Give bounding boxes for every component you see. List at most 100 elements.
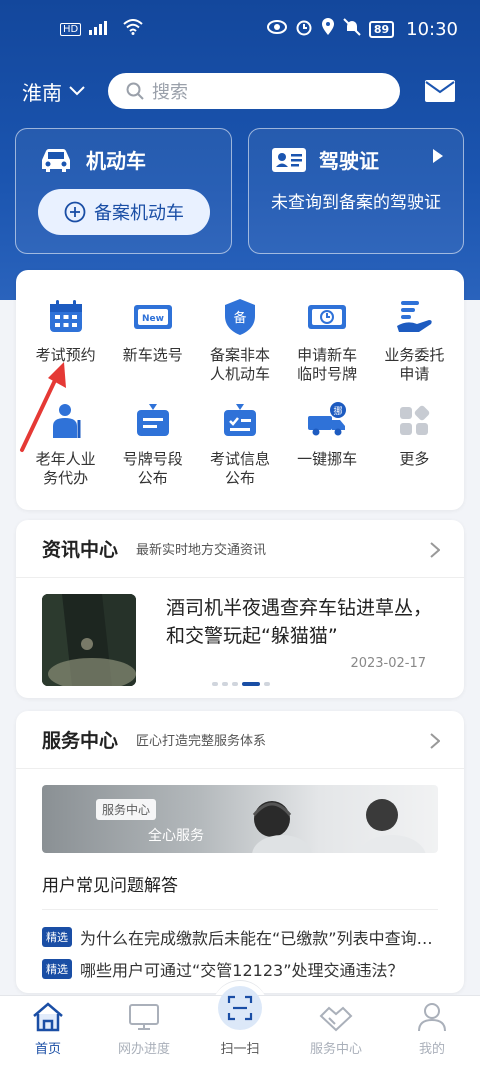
chevron-down-icon — [69, 86, 85, 96]
vehicle-card[interactable]: 机动车 备案机动车 — [15, 128, 232, 254]
service-plate-range[interactable]: 号牌号段公布 — [109, 400, 196, 488]
service-label: 一键挪车 — [297, 450, 358, 468]
location-icon — [321, 17, 335, 41]
license-message: 未查询到备案的驾驶证 — [271, 193, 441, 213]
mail-icon[interactable] — [424, 79, 456, 103]
register-vehicle-label: 备案机动车 — [94, 203, 184, 224]
wifi-icon — [123, 18, 143, 40]
annotation-arrow-icon — [20, 362, 66, 452]
license-card[interactable]: 驾驶证 未查询到备案的驾驶证 — [248, 128, 464, 254]
status-right: 89 10:30 — [266, 17, 458, 41]
service-label: 新车选号 — [122, 346, 183, 364]
search-input[interactable]: 搜索 — [108, 73, 400, 109]
service-label: 申请新车临时号牌 — [297, 346, 358, 383]
handshake-icon — [319, 1006, 353, 1032]
chevron-right-icon — [430, 733, 440, 749]
featured-badge: 精选 — [42, 959, 72, 979]
faq-item[interactable]: 精选 哪些用户可通过“交管12123”处理交通违法？ — [42, 957, 438, 981]
tab-label: 扫一扫 — [220, 1042, 260, 1057]
tab-service-center[interactable]: 服务中心 — [296, 1002, 376, 1057]
service-delegate[interactable]: 业务委托申请 — [371, 296, 458, 384]
service-center-header[interactable]: 服务中心 匠心打造完整服务体系 — [16, 711, 464, 769]
service-more[interactable]: 更多 — [371, 400, 458, 488]
eye-icon — [266, 19, 287, 39]
faq-question: 为什么在完成缴款后未能在“已缴款”列表中查询… — [80, 929, 433, 948]
signal-icon — [89, 19, 115, 40]
news-headline[interactable]: 酒司机半夜遇查弃车钻进草丛，和交警玩起“躲猫猫” — [166, 594, 436, 650]
alarm-icon — [295, 18, 313, 41]
mute-icon — [343, 17, 361, 41]
chevron-right-icon — [430, 542, 440, 558]
divider — [42, 909, 438, 910]
home-icon — [33, 1002, 63, 1032]
banner-tag: 服务中心 — [96, 799, 157, 820]
service-register-other-vehicle[interactable]: 备 备案非本人机动车 — [196, 296, 283, 384]
id-card-icon — [272, 147, 306, 172]
service-move-car[interactable]: 挪 一键挪车 — [284, 400, 371, 488]
shield-bei-icon: 备 — [224, 299, 255, 335]
tab-progress[interactable]: 网办进度 — [104, 1002, 184, 1057]
news-title: 资讯中心 — [42, 539, 119, 561]
tab-label: 网办进度 — [117, 1042, 170, 1057]
tab-home[interactable]: 首页 — [8, 1002, 88, 1057]
tab-label: 服务中心 — [309, 1042, 362, 1057]
service-banner[interactable]: 服务中心 全心服务 — [42, 785, 438, 853]
car-icon — [42, 148, 70, 172]
scan-button[interactable] — [218, 986, 262, 1030]
service-center-card[interactable]: 服务中心 匠心打造完整服务体系 服务中心 全心服务 用户常见问题解答 精选 为什… — [16, 711, 464, 993]
news-date: 2023-02-17 — [350, 656, 426, 671]
monitor-icon — [129, 1004, 159, 1030]
clock: 10:30 — [406, 18, 458, 40]
services-grid: 考试预约 New 新车选号 备 备案非本人机动车 申请新车临时号牌 业务委托申请… — [16, 270, 464, 488]
city-label: 淮南 — [22, 80, 62, 105]
carousel-dot — [222, 682, 228, 686]
tab-profile[interactable]: 我的 — [392, 1002, 472, 1057]
carousel-indicator — [212, 682, 270, 686]
svg-text:备: 备 — [233, 310, 246, 326]
news-card[interactable]: 资讯中心 最新实时地方交通资讯 酒司机半夜遇查弃车钻进草丛，和交警玩起“躲猫猫”… — [16, 520, 464, 698]
carousel-dot-active — [242, 682, 260, 686]
calendar-icon — [49, 300, 82, 332]
service-exam-info[interactable]: 考试信息公布 — [196, 400, 283, 488]
vehicle-card-title: 机动车 — [86, 149, 146, 173]
news-header[interactable]: 资讯中心 最新实时地方交通资讯 — [16, 520, 464, 578]
search-icon — [126, 82, 144, 100]
hd-indicator-icon: HD — [60, 22, 82, 36]
vehicle-card-header: 机动车 — [16, 129, 231, 174]
new-plate-icon: New — [133, 305, 172, 329]
service-temp-plate[interactable]: 申请新车临时号牌 — [284, 296, 371, 384]
svg-text:New: New — [142, 314, 164, 324]
city-selector[interactable]: 淮南 — [22, 77, 86, 106]
news-subtitle: 最新实时地方交通资讯 — [136, 543, 267, 558]
service-label: 更多 — [399, 450, 430, 468]
banner-text: 全心服务 — [148, 828, 204, 844]
service-label: 考试信息公布 — [209, 450, 270, 487]
play-arrow-icon — [433, 149, 443, 163]
register-vehicle-button[interactable]: 备案机动车 — [38, 189, 210, 235]
featured-badge: 精选 — [42, 927, 72, 947]
plus-circle-icon — [64, 201, 86, 223]
hand-delegate-icon — [397, 301, 433, 332]
service-label: 号牌号段公布 — [122, 450, 183, 487]
faq-title: 用户常见问题解答 — [42, 876, 178, 896]
status-left: HD — [60, 18, 143, 40]
faq-question: 哪些用户可通过“交管12123”处理交通违法？ — [80, 961, 404, 980]
night-scene-image — [42, 594, 136, 686]
scan-icon — [227, 995, 253, 1021]
service-label: 备案非本人机动车 — [209, 346, 270, 383]
service-center-subtitle: 匠心打造完整服务体系 — [136, 734, 267, 749]
svg-text:挪: 挪 — [334, 405, 343, 417]
license-card-header: 驾驶证 — [249, 129, 463, 174]
service-label: 业务委托申请 — [384, 346, 445, 383]
battery-indicator: 89 — [368, 20, 395, 38]
service-center-title: 服务中心 — [42, 730, 119, 752]
news-thumbnail[interactable] — [42, 594, 136, 686]
plate-range-icon — [136, 404, 169, 436]
tab-label: 我的 — [418, 1042, 445, 1057]
status-bar: HD 89 10:30 — [0, 0, 480, 58]
carousel-dot — [212, 682, 218, 686]
faq-item[interactable]: 精选 为什么在完成缴款后未能在“已缴款”列表中查询… — [42, 925, 438, 949]
more-icon — [400, 405, 430, 435]
service-new-plate[interactable]: New 新车选号 — [109, 296, 196, 384]
user-icon — [418, 1003, 446, 1032]
